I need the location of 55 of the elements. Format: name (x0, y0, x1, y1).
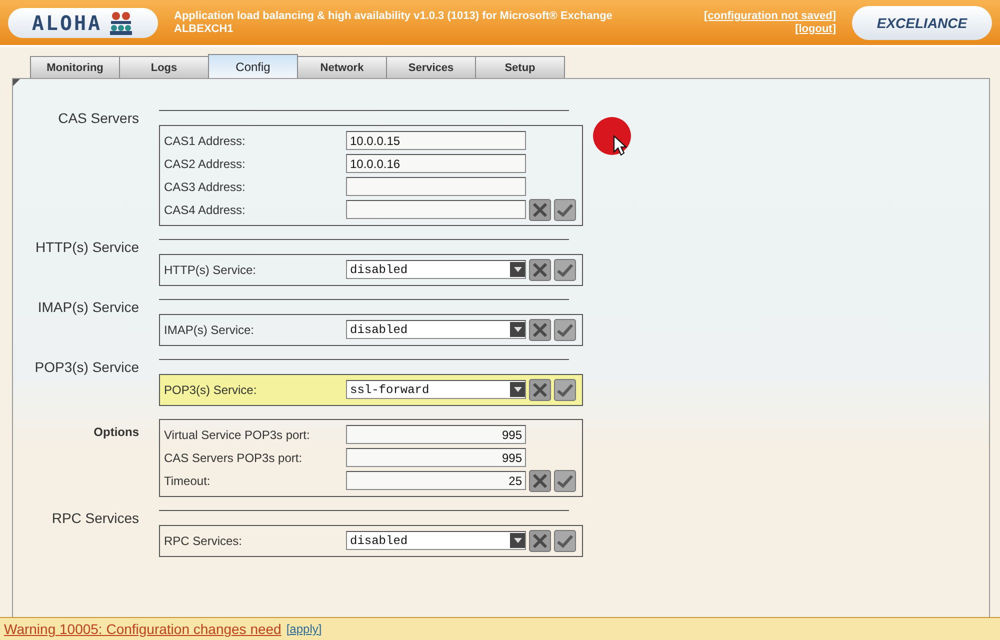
cursor-highlight-icon (592, 116, 634, 158)
field-label: CAS4 Address: (164, 202, 246, 216)
field-label: CAS3 Address: (164, 180, 246, 194)
exceliance-logo: EXCELIANCE (852, 6, 992, 40)
section-label: RPC Services (50, 510, 139, 526)
field-label: CAS2 Address: (164, 156, 246, 170)
field-label: RPC Services: (164, 534, 244, 548)
logo-text: ALOHA (32, 10, 102, 34)
cross-icon[interactable] (529, 378, 551, 400)
input-field[interactable]: 25 (346, 471, 526, 490)
input-field[interactable]: 10.0.0.15 (346, 131, 526, 150)
dropdown-field[interactable]: disabled (346, 320, 526, 339)
tab[interactable]: Setup (475, 56, 565, 78)
tab[interactable]: Logs (119, 56, 209, 78)
dropdown-field[interactable]: disabled (346, 531, 526, 550)
field-label: POP3(s) Service: (164, 382, 258, 396)
cross-icon[interactable] (529, 258, 551, 280)
apply-link[interactable]: [apply] (286, 622, 322, 636)
section-label: POP3(s) Service (34, 359, 139, 375)
cross-icon[interactable] (529, 198, 551, 220)
tab[interactable]: Config (208, 54, 298, 78)
check-icon[interactable] (554, 530, 576, 552)
cross-icon[interactable] (529, 470, 551, 492)
check-icon[interactable] (554, 378, 576, 400)
field-label: CAS Servers POP3s port: (164, 450, 304, 464)
field-label: IMAP(s) Service: (164, 322, 256, 336)
input-field[interactable]: 995 (346, 425, 526, 444)
field-label: CAS1 Address: (164, 134, 246, 148)
dropdown-field[interactable]: ssl-forward (346, 380, 526, 399)
tab[interactable]: Services (386, 56, 476, 78)
section-label: IMAP(s) Service (36, 299, 139, 315)
dropdown-field[interactable]: disabled (346, 260, 526, 279)
input-field[interactable]: 995 (346, 448, 526, 467)
warning-message: Warning 10005: Configuration changes need (4, 621, 282, 637)
section-label: Options (92, 424, 139, 439)
app-title: Application load balancing & high availability v1.0.3 (1013) for Microsoft® Exchange (174, 10, 614, 22)
check-icon[interactable] (554, 258, 576, 280)
field-label: Timeout: (164, 474, 212, 488)
section-label: HTTP(s) Service (34, 239, 139, 255)
field-label: HTTP(s) Service: (164, 262, 258, 276)
input-field[interactable]: 10.0.0.16 (346, 154, 526, 173)
cross-icon[interactable] (529, 318, 551, 340)
people-icon (108, 10, 134, 34)
cross-icon[interactable] (529, 530, 551, 552)
field-label: Virtual Service POP3s port: (164, 428, 311, 442)
hostname: ALBEXCH1 (174, 22, 234, 36)
tab[interactable]: Monitoring (30, 56, 120, 78)
corner-mark (13, 79, 20, 86)
tab[interactable]: Network (297, 56, 387, 78)
check-icon[interactable] (554, 198, 576, 220)
section-label: CAS Servers (57, 110, 139, 126)
check-icon[interactable] (554, 470, 576, 492)
check-icon[interactable] (554, 318, 576, 340)
input-field[interactable] (346, 200, 526, 219)
input-field[interactable] (346, 177, 526, 196)
